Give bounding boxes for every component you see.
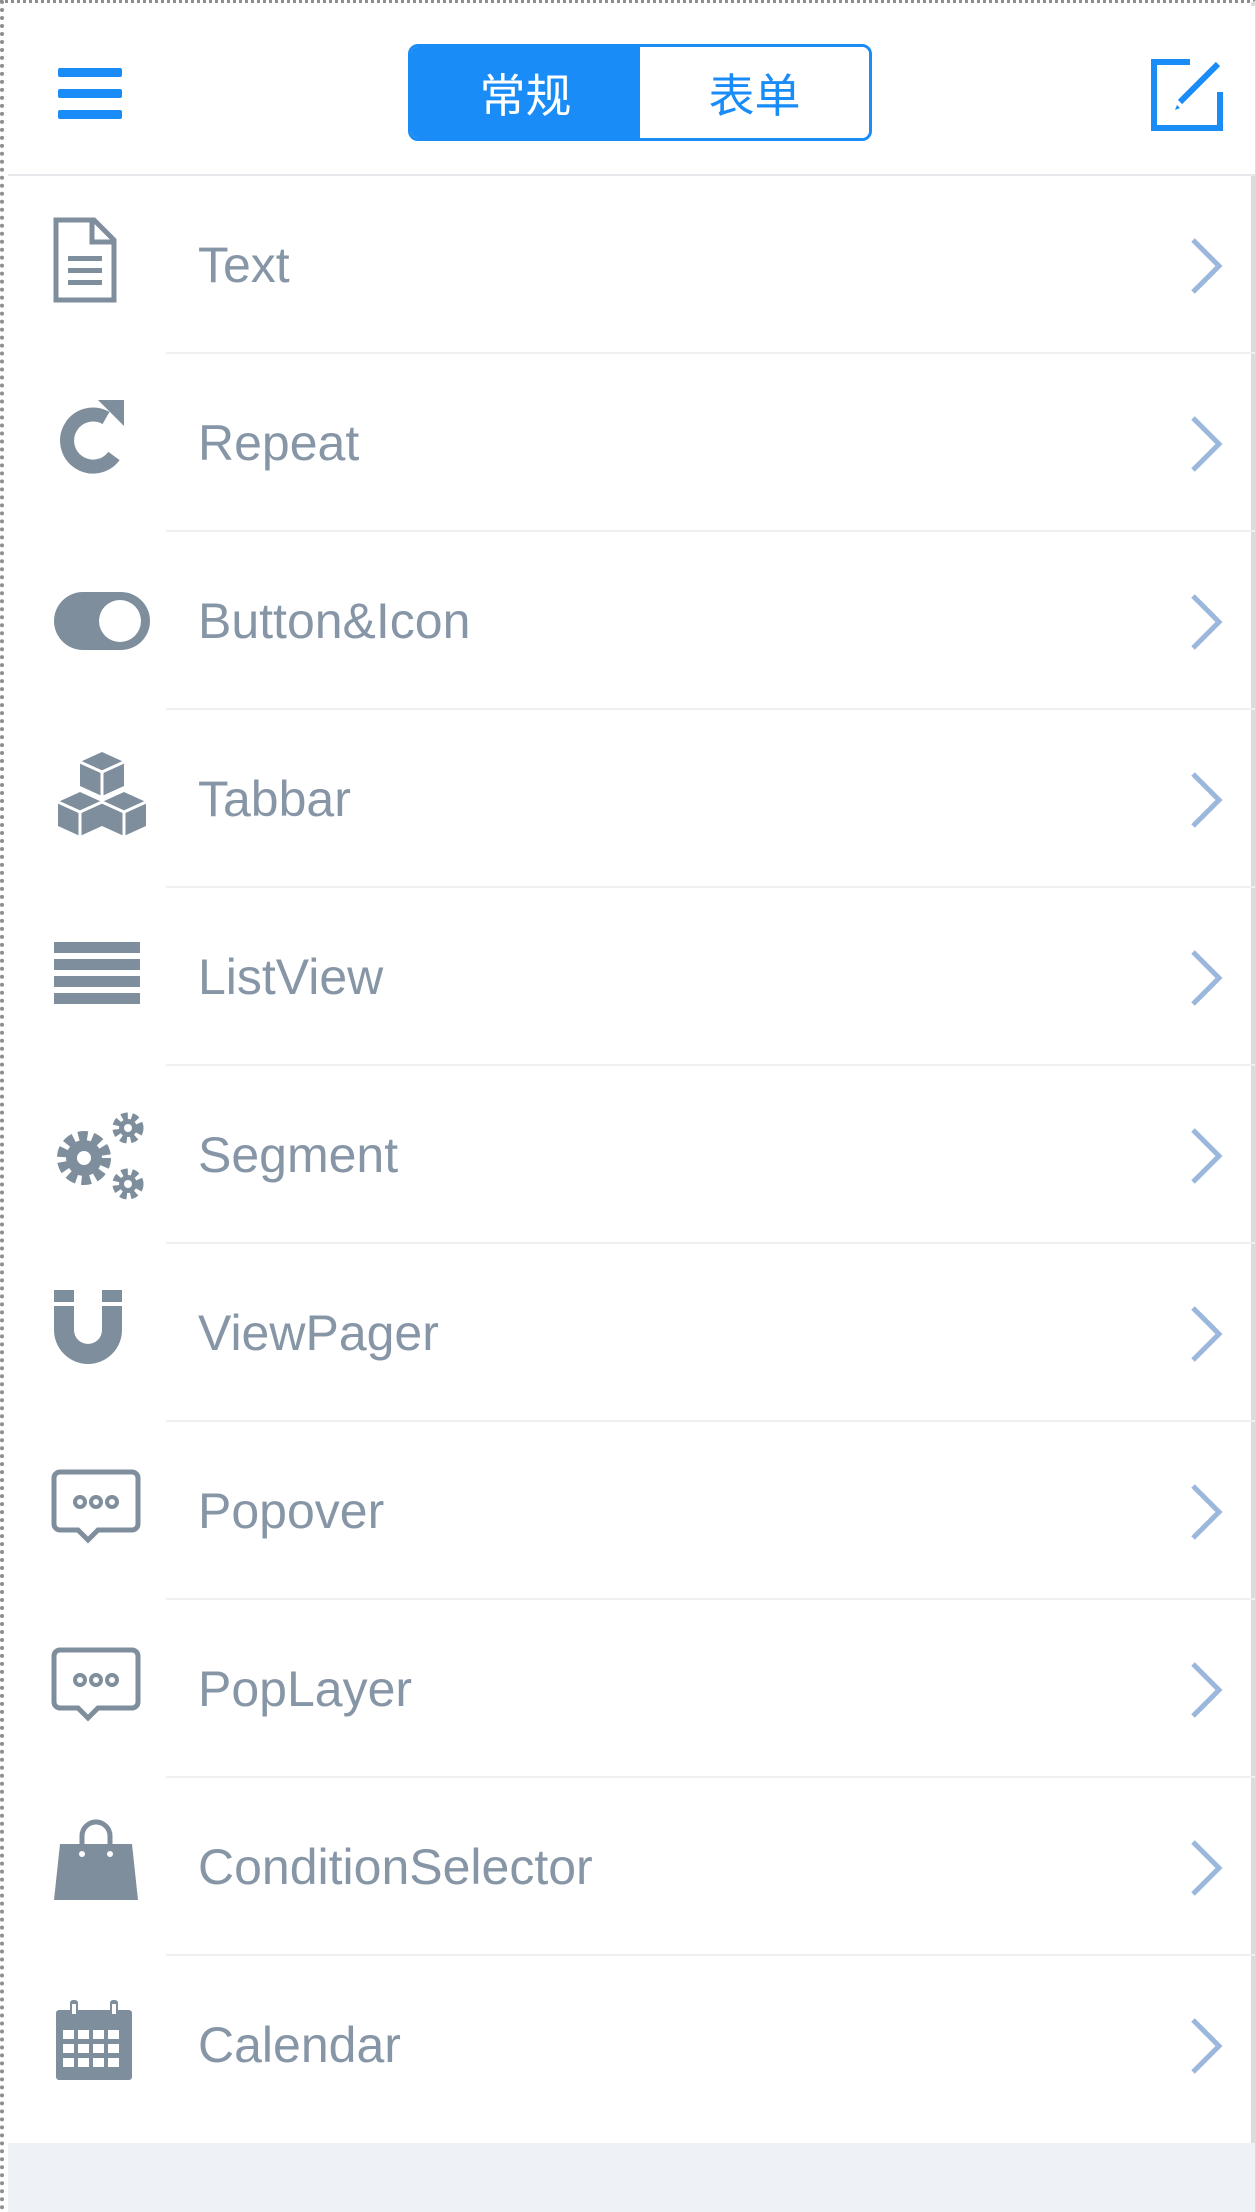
chevron-right-icon bbox=[1191, 1128, 1223, 1184]
list-item[interactable]: Button&Icon bbox=[8, 532, 1255, 710]
toggle-icon bbox=[48, 572, 158, 672]
list-item-label: Popover bbox=[198, 1483, 385, 1539]
list-item-label: Segment bbox=[198, 1127, 399, 1183]
list-item-label: Calendar bbox=[198, 2017, 401, 2073]
segment-form[interactable]: 表单 bbox=[640, 47, 869, 138]
refresh-icon bbox=[48, 394, 158, 494]
chevron-right-icon bbox=[1191, 238, 1223, 294]
list-icon bbox=[48, 928, 158, 1028]
document-icon bbox=[48, 216, 158, 316]
component-list: Text Repeat Button&Icon Tabbar ListView … bbox=[8, 176, 1255, 2134]
chat-bubble-icon bbox=[48, 1640, 158, 1740]
list-item-label: Text bbox=[198, 237, 290, 293]
gears-icon bbox=[48, 1106, 158, 1206]
chevron-right-icon bbox=[1191, 416, 1223, 472]
list-item-label: ViewPager bbox=[198, 1305, 439, 1361]
chevron-right-icon bbox=[1191, 950, 1223, 1006]
cubes-icon bbox=[48, 750, 158, 850]
list-item-label: Tabbar bbox=[198, 771, 351, 827]
list-item[interactable]: Segment bbox=[8, 1066, 1255, 1244]
chevron-right-icon bbox=[1191, 1306, 1223, 1362]
bottom-spacer bbox=[8, 2143, 1255, 2212]
list-item[interactable]: ListView bbox=[8, 888, 1255, 1066]
chat-bubble-icon bbox=[48, 1462, 158, 1562]
list-item[interactable]: Text bbox=[8, 176, 1255, 354]
chevron-right-icon bbox=[1191, 1484, 1223, 1540]
list-item-label: Button&Icon bbox=[198, 593, 471, 649]
shopping-bag-icon bbox=[48, 1818, 158, 1918]
menu-button[interactable] bbox=[52, 62, 124, 128]
list-item-label: ConditionSelector bbox=[198, 1839, 593, 1895]
list-item[interactable]: PopLayer bbox=[8, 1600, 1255, 1778]
list-item[interactable]: Tabbar bbox=[8, 710, 1255, 888]
list-item[interactable]: Popover bbox=[8, 1422, 1255, 1600]
list-item[interactable]: ViewPager bbox=[8, 1244, 1255, 1422]
chevron-right-icon bbox=[1191, 772, 1223, 828]
chevron-right-icon bbox=[1191, 594, 1223, 650]
top-nav-bar: 常规 表单 bbox=[8, 6, 1255, 176]
edit-button[interactable] bbox=[1144, 52, 1228, 136]
magnet-icon bbox=[48, 1284, 158, 1384]
list-item[interactable]: ConditionSelector bbox=[8, 1778, 1255, 1956]
segment-general[interactable]: 常规 bbox=[411, 47, 640, 138]
list-item-label: ListView bbox=[198, 949, 384, 1005]
chevron-right-icon bbox=[1191, 2018, 1223, 2074]
app-frame: 常规 表单 Text Repeat Button&Icon Tabbar Lis… bbox=[0, 0, 1256, 2212]
calendar-icon bbox=[48, 1996, 158, 2096]
edit-icon bbox=[1151, 59, 1223, 131]
chevron-right-icon bbox=[1191, 1662, 1223, 1718]
segmented-control: 常规 表单 bbox=[408, 44, 872, 141]
list-item[interactable]: Calendar bbox=[8, 1956, 1255, 2134]
chevron-right-icon bbox=[1191, 1840, 1223, 1896]
list-item[interactable]: Repeat bbox=[8, 354, 1255, 532]
list-item-label: PopLayer bbox=[198, 1661, 413, 1717]
list-item-label: Repeat bbox=[198, 415, 360, 471]
